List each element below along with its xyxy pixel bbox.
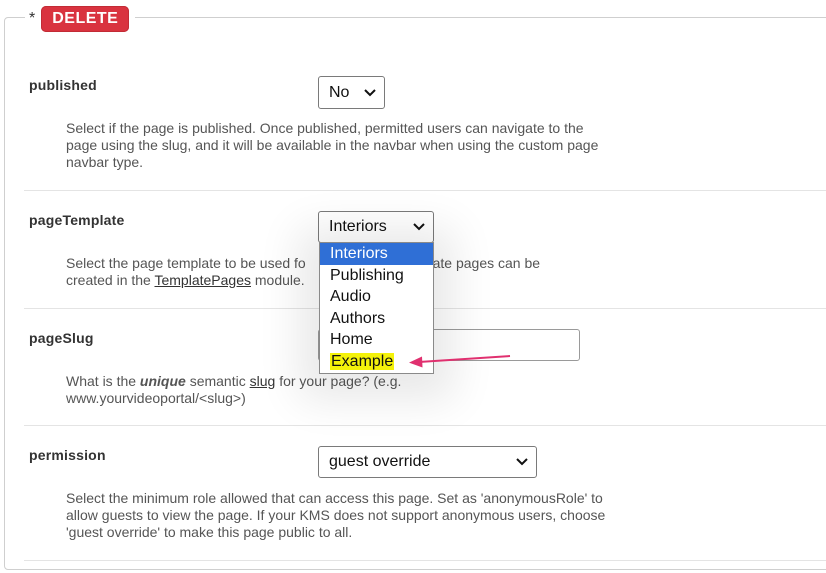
option-example-label: Example [330,352,395,370]
pagetemplate-select-value: Interiors [329,218,387,235]
published-help: Select if the page is published. Once pu… [66,120,599,170]
delete-button[interactable]: DELETE [41,6,130,32]
fieldset-legend: * DELETE [25,4,136,34]
pageslug-help-text-3: for your page? (e.g. [275,373,402,389]
pagetemplate-help-text-3: created in the [66,272,155,288]
pagetemplate-help-text-2: plate pages can be [421,255,541,271]
published-label: published [29,77,97,93]
permission-select[interactable]: guest override [318,446,537,478]
option-home[interactable]: Home [320,329,433,351]
chevron-down-icon [413,223,425,231]
divider [24,560,826,561]
pageslug-label: pageSlug [29,330,94,346]
pagetemplate-select[interactable]: Interiors [318,211,434,243]
pageslug-help-text: What is the [66,373,140,389]
pageslug-help: What is the unique semantic slug for you… [66,373,611,407]
slug-link[interactable]: slug [250,373,276,389]
published-select-value: No [329,83,350,101]
pageslug-help-text-2: semantic [185,373,250,389]
permission-label: permission [29,447,106,463]
templatepages-link[interactable]: TemplatePages [154,272,251,288]
pagetemplate-help-text: Select the page template to be used fo [66,255,306,271]
permission-select-value: guest override [329,453,431,470]
annotation-arrow-icon [409,355,511,368]
pagetemplate-help-text-4: module. [251,272,305,288]
pageslug-help-emphasis: unique [139,373,186,389]
pageslug-help-text-4: www.yourvideoportal/<slug>) [66,390,246,406]
published-select[interactable]: No [318,76,385,109]
option-audio[interactable]: Audio [320,286,433,308]
divider [24,425,826,426]
option-publishing[interactable]: Publishing [320,265,433,287]
option-authors[interactable]: Authors [320,308,433,330]
option-interiors[interactable]: Interiors [320,243,433,265]
chevron-down-icon [364,88,376,96]
chevron-down-icon [516,458,528,466]
required-asterisk: * [29,10,36,27]
permission-help: Select the minimum role allowed that can… [66,490,606,540]
divider [24,190,826,191]
pagetemplate-label: pageTemplate [29,212,125,228]
